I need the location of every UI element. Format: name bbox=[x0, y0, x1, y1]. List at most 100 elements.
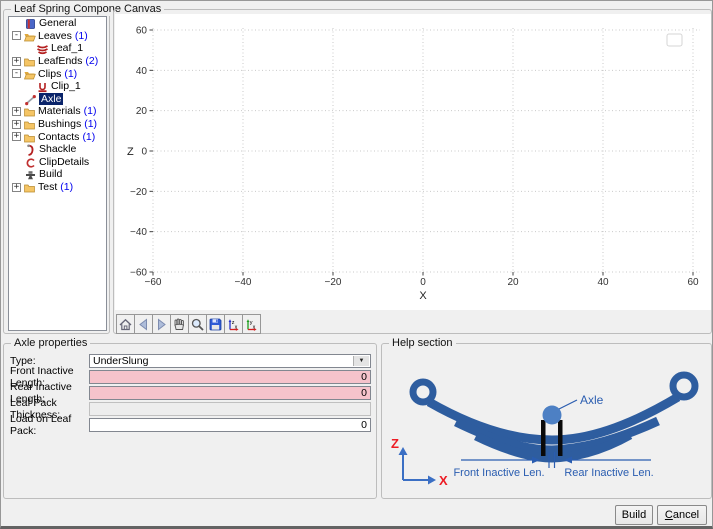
svg-text:60: 60 bbox=[136, 26, 148, 37]
tree-item-count: (1) bbox=[84, 118, 97, 130]
view-zx-button[interactable]: zx bbox=[224, 314, 243, 334]
tree-item-label[interactable]: LeafEnds bbox=[38, 55, 82, 67]
canvas-groupbox: Canvas −60−40−200204060−60−40−200204060Z… bbox=[113, 9, 712, 334]
tree-item-clips[interactable]: - Clips(1) bbox=[9, 67, 106, 80]
leaf-icon bbox=[36, 42, 49, 54]
tree-item-leafends[interactable]: + LeafEnds(2) bbox=[9, 55, 106, 68]
svg-text:0: 0 bbox=[141, 147, 147, 158]
plot-ticks bbox=[150, 30, 694, 276]
front-inactive-length-field[interactable]: 0 bbox=[89, 370, 371, 384]
tree-item-general[interactable]: General bbox=[9, 17, 106, 30]
svg-text:20: 20 bbox=[136, 106, 148, 117]
rear-inactive-length-field[interactable]: 0 bbox=[89, 386, 371, 400]
tree-item-label[interactable]: Contacts bbox=[38, 131, 79, 143]
expand-plus-icon[interactable]: + bbox=[12, 57, 21, 66]
svg-text:−20: −20 bbox=[130, 187, 147, 198]
expand-plus-icon[interactable]: + bbox=[12, 107, 21, 116]
folder-open-icon bbox=[23, 68, 36, 80]
help-groupbox: Help section Axle Front Inac bbox=[381, 343, 712, 499]
tree-item-label[interactable]: Clips bbox=[38, 68, 61, 80]
tree-item-contacts[interactable]: + Contacts(1) bbox=[9, 130, 106, 143]
tree-item-label[interactable]: Bushings bbox=[38, 118, 81, 130]
build-button[interactable]: Build bbox=[615, 505, 653, 525]
home-icon bbox=[118, 317, 133, 332]
tree-item-count: (1) bbox=[64, 68, 77, 80]
folder-icon bbox=[23, 105, 36, 117]
folder-icon bbox=[23, 181, 36, 193]
axle-circle bbox=[543, 406, 562, 425]
tree-item-label[interactable]: Clip_1 bbox=[51, 80, 81, 92]
leaf-spring-drawing bbox=[413, 375, 695, 458]
expand-plus-icon[interactable]: + bbox=[12, 132, 21, 141]
tree-item-label[interactable]: ClipDetails bbox=[39, 156, 89, 168]
collapse-minus-icon[interactable]: - bbox=[12, 31, 21, 40]
axle-properties-groupbox: Axle properties Type:UnderSlung▼Front In… bbox=[3, 343, 377, 499]
folder-icon bbox=[23, 118, 36, 130]
svg-text:−60: −60 bbox=[130, 268, 147, 279]
cancel-button[interactable]: Cancel bbox=[657, 505, 707, 525]
type-combo[interactable]: UnderSlung▼ bbox=[89, 354, 371, 368]
axle-label: Axle bbox=[580, 393, 604, 407]
plot-xlabel: X bbox=[419, 290, 427, 302]
svg-text:20: 20 bbox=[507, 277, 519, 288]
tree-item-label[interactable]: Axle bbox=[39, 93, 63, 105]
tree-item-label[interactable]: Test bbox=[38, 181, 57, 193]
back-button[interactable] bbox=[134, 314, 153, 334]
tree-item-label[interactable]: Build bbox=[39, 168, 62, 180]
rear-inactive-label: Rear Inactive Len. bbox=[564, 467, 653, 479]
load-on-leaf-pack-field[interactable]: 0 bbox=[89, 418, 371, 432]
tree-item-label[interactable]: Leaf_1 bbox=[51, 42, 83, 54]
tree-item-label[interactable]: Leaves bbox=[38, 30, 72, 42]
svg-text:0: 0 bbox=[420, 277, 426, 288]
back-arrow-icon bbox=[136, 317, 151, 332]
component-tree[interactable]: General - Leaves (1) Leaf_1 + LeafEnds(2) - Clip… bbox=[8, 16, 107, 331]
shackle-icon bbox=[24, 143, 37, 155]
zoom-button[interactable] bbox=[188, 314, 207, 334]
forward-arrow-icon bbox=[154, 317, 169, 332]
expand-plus-icon[interactable]: + bbox=[12, 120, 21, 129]
tree-item-label[interactable]: General bbox=[39, 17, 76, 29]
tree-item-clip-1[interactable]: Clip_1 bbox=[9, 80, 106, 93]
save-button[interactable] bbox=[206, 314, 225, 334]
tree-item-clipdetails[interactable]: ClipDetails bbox=[9, 156, 106, 169]
view-yx-button[interactable]: yx bbox=[242, 314, 261, 334]
plot-canvas[interactable]: −60−40−200204060−60−40−200204060ZX bbox=[115, 14, 711, 310]
tree-item-label[interactable]: Materials bbox=[38, 105, 81, 117]
tree-item-leaves[interactable]: -Leaves(1) bbox=[9, 30, 106, 43]
svg-text:−40: −40 bbox=[235, 277, 252, 288]
forward-button[interactable] bbox=[152, 314, 171, 334]
tree-item-count: (2) bbox=[85, 55, 98, 67]
svg-text:−20: −20 bbox=[325, 277, 342, 288]
rear-clip-bar bbox=[558, 420, 563, 456]
pan-button[interactable] bbox=[170, 314, 189, 334]
save-floppy-icon bbox=[208, 317, 223, 332]
svg-text:x: x bbox=[253, 324, 256, 330]
tree-item-count: (1) bbox=[82, 131, 95, 143]
tree-item-test[interactable]: +Test(1) bbox=[9, 181, 106, 194]
tree-item-leaf-1[interactable]: Leaf_1 bbox=[9, 42, 106, 55]
folder-icon bbox=[23, 55, 36, 67]
plot-toolbar: zxyx bbox=[116, 314, 260, 334]
expand-plus-icon[interactable]: + bbox=[12, 183, 21, 192]
collapse-minus-icon[interactable]: - bbox=[12, 69, 21, 78]
tree-item-materials[interactable]: +Materials(1) bbox=[9, 105, 106, 118]
tree-item-shackle[interactable]: Shackle bbox=[9, 143, 106, 156]
tree-item-bushings[interactable]: + Bushings(1) bbox=[9, 118, 106, 131]
tree-item-label[interactable]: Shackle bbox=[39, 143, 76, 155]
folder-open-icon bbox=[23, 30, 36, 42]
home-button[interactable] bbox=[116, 314, 135, 334]
tree-item-axle[interactable]: Axle bbox=[9, 93, 106, 106]
pan-hand-icon bbox=[172, 317, 187, 332]
folder-icon bbox=[23, 131, 36, 143]
svg-text:−60: −60 bbox=[145, 277, 162, 288]
axle-icon bbox=[24, 93, 37, 105]
dropdown-arrow-icon[interactable]: ▼ bbox=[353, 356, 369, 366]
clip-icon bbox=[36, 80, 49, 92]
prop-label: Load on Leaf Pack: bbox=[10, 413, 89, 437]
tree-item-build[interactable]: Build bbox=[9, 168, 106, 181]
front-eye bbox=[413, 382, 433, 402]
x-axis-label: X bbox=[439, 473, 448, 488]
plot-gridlines bbox=[150, 28, 700, 272]
plot-ylabel: Z bbox=[127, 146, 134, 158]
zx-axis-indicator: Z X bbox=[391, 436, 448, 488]
